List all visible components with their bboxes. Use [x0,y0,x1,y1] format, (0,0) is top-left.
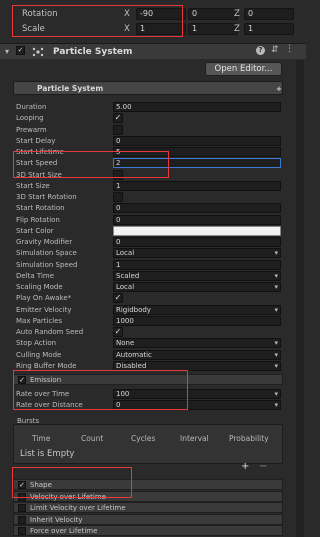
property-label: Delta Time [16,271,55,280]
property-checkbox[interactable]: ✓ [113,327,123,337]
property-label: Scaling Mode [16,283,63,291]
rotation-z-field[interactable]: 0 [244,8,294,20]
rotation-y-field[interactable]: 0 [188,8,238,20]
scale-z-field[interactable]: 1 [244,23,294,35]
emission-highlight [13,370,188,410]
property-field[interactable]: 0 [113,135,281,146]
component-enable-checkbox[interactable]: ✓ [16,46,25,55]
module-row[interactable]: Force over Lifetime [13,525,283,536]
property-label: Flip Rotation [16,215,60,224]
bursts-column-cycles: Cycles [131,434,156,443]
open-editor-button[interactable]: Open Editor... [205,62,282,76]
module-checkbox[interactable] [18,504,26,512]
component-header[interactable]: ▾ ✓ Particle System ? ⇵ ⋮ [0,43,306,59]
property-field[interactable]: 0 [113,203,281,214]
property-label: Start Color [16,226,54,235]
add-burst-button[interactable]: + [241,461,249,472]
shape-highlight [12,467,132,498]
property-checkbox[interactable]: ✓ [113,113,123,124]
property-label: Duration [16,103,47,111]
module-row[interactable]: Inherit Velocity [13,513,283,525]
property-label: Simulation Space [16,249,77,258]
property-dropdown[interactable]: Local [113,282,281,292]
bursts-column-probability: Probability [229,434,269,443]
module-row[interactable]: Limit Velocity over Lifetime [13,502,283,513]
property-dropdown[interactable]: Scaled [113,270,281,281]
inspector-scrollbar[interactable] [296,60,304,537]
help-icon[interactable]: ? [256,46,265,55]
property-field[interactable]: 1000 [113,315,281,326]
property-label: 3D Start Rotation [16,193,77,201]
property-label: Stop Action [16,339,57,348]
property-label: Prewarm [16,125,47,134]
property-checkbox[interactable]: ✓ [113,293,123,304]
property-field[interactable]: 5.00 [113,102,281,112]
bursts-empty-text: List is Empty [20,449,75,459]
rotation-z-axis[interactable]: Z [234,9,240,19]
start-color-swatch[interactable] [113,225,281,236]
module-label: Limit Velocity over Lifetime [30,504,126,512]
component-title: Particle System [53,47,133,57]
scale-z-axis[interactable]: Z [234,24,240,34]
property-label: Looping [16,114,44,123]
context-menu-icon[interactable]: ⋮ [285,44,294,54]
property-dropdown[interactable]: None [113,338,281,349]
bursts-column-interval: Interval [180,434,209,443]
scale-y-field[interactable]: 1 [188,23,238,35]
bursts-column-count: Count [81,434,104,443]
main-module-title: Particle System [37,84,104,93]
foldout-arrow-icon[interactable]: ▾ [5,47,9,56]
module-label: Force over Lifetime [30,527,98,535]
add-module-icon[interactable]: + [276,85,282,93]
property-label: Auto Random Seed [16,328,84,336]
property-field[interactable]: 0 [113,237,281,247]
property-label: Gravity Modifier [16,238,73,246]
remove-burst-button[interactable]: − [259,461,267,472]
property-field[interactable]: 0 [113,214,281,225]
particle-system-icon [32,47,44,57]
main-module-header[interactable]: Particle System + [13,81,283,95]
property-dropdown[interactable]: Automatic [113,349,281,360]
property-label: Max Particles [16,316,63,325]
property-checkbox[interactable] [113,192,123,202]
property-dropdown[interactable]: Local [113,248,281,259]
property-label: Culling Mode [16,350,62,359]
start-speed-highlight [13,151,169,178]
property-label: Simulation Speed [16,260,78,269]
property-field[interactable]: 1 [113,180,281,191]
property-label: Play On Awake* [16,294,72,303]
property-checkbox[interactable] [113,124,123,135]
bursts-column-time: Time [32,434,51,443]
property-field[interactable]: 1 [113,259,281,270]
transform-highlight [12,5,183,37]
property-label: Emitter Velocity [16,305,72,314]
module-checkbox[interactable] [18,527,26,535]
module-checkbox[interactable] [18,515,26,524]
property-label: Start Delay [16,136,56,145]
preset-icon[interactable]: ⇵ [271,45,279,55]
property-label: Start Rotation [16,204,65,213]
property-label: Start Size [16,181,50,190]
property-dropdown[interactable]: Rigidbody [113,304,281,315]
module-label: Inherit Velocity [30,515,83,524]
